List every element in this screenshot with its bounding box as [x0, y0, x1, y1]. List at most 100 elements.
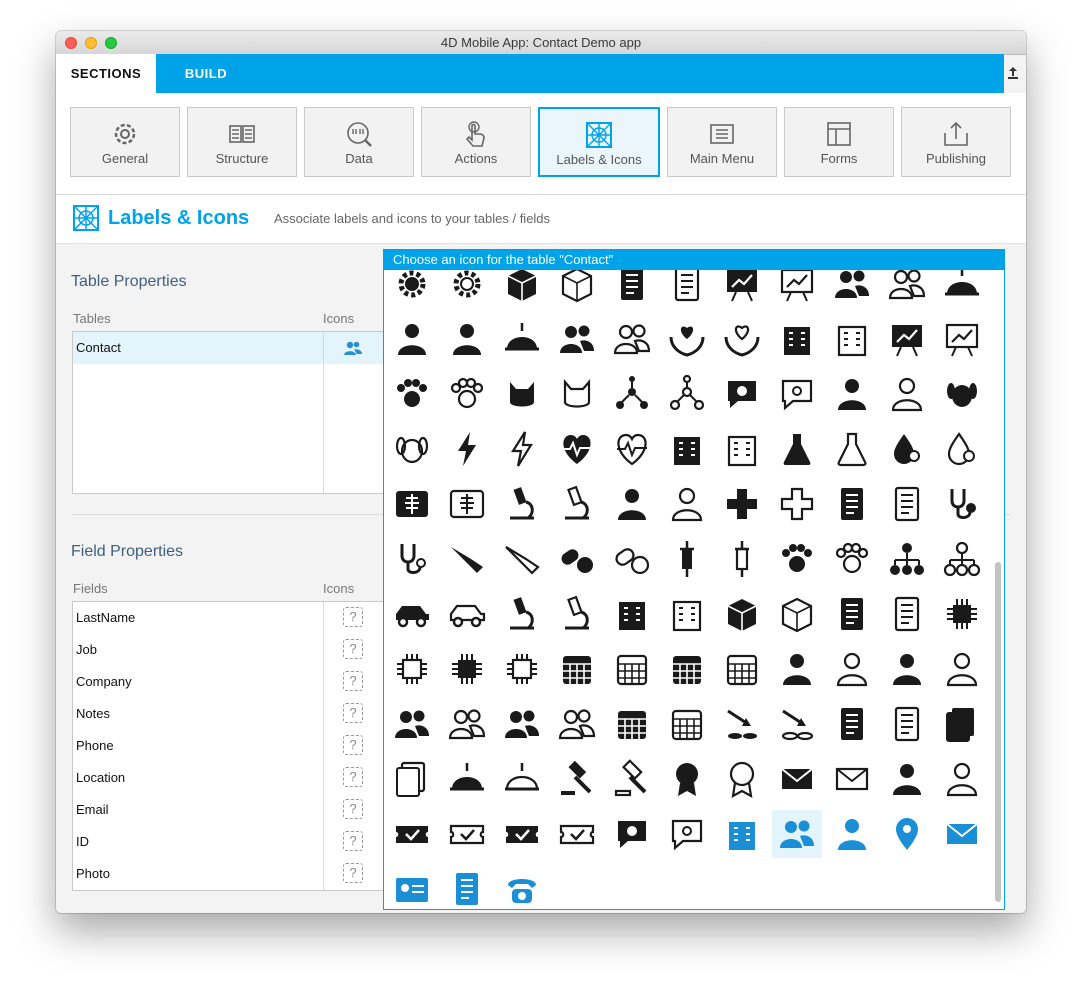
businessman-icon[interactable] [882, 755, 932, 803]
person-tie-icon[interactable] [827, 810, 877, 858]
paw-plus-outline-icon[interactable] [827, 535, 877, 583]
factory-icon[interactable] [607, 590, 657, 638]
users-icon[interactable] [343, 340, 363, 361]
gavel-icon[interactable] [552, 755, 602, 803]
calendar-icon[interactable] [552, 645, 602, 693]
dog-outline-icon[interactable] [387, 425, 437, 473]
ticket-check-icon[interactable] [387, 810, 437, 858]
question-mark-icon[interactable]: ? [343, 639, 363, 659]
microscope-outline-icon[interactable] [552, 480, 602, 528]
cross-icon[interactable] [717, 480, 767, 528]
syringe-outline-icon[interactable] [717, 535, 767, 583]
notebook-2-icon[interactable] [827, 700, 877, 748]
dome-lamp-icon[interactable] [497, 315, 547, 363]
chat-gear-outline-icon[interactable] [662, 810, 712, 858]
cpu-outline-icon[interactable] [497, 645, 547, 693]
circuit-outline-icon[interactable] [387, 645, 437, 693]
section-button-forms[interactable]: Forms [784, 107, 894, 177]
cpu-icon[interactable] [442, 645, 492, 693]
coins-arrow-icon[interactable] [717, 700, 767, 748]
phone-icon[interactable] [497, 865, 547, 909]
papers-icon[interactable] [937, 700, 987, 748]
group-icon[interactable] [552, 315, 602, 363]
question-mark-icon[interactable]: ? [343, 767, 363, 787]
question-mark-icon[interactable]: ? [343, 607, 363, 627]
notebook-2-outline-icon[interactable] [882, 700, 932, 748]
scalpel-outline-icon[interactable] [497, 535, 547, 583]
medical-doc-icon[interactable] [827, 480, 877, 528]
molecule-icon[interactable] [607, 370, 657, 418]
question-mark-icon[interactable]: ? [343, 671, 363, 691]
paw-icon[interactable] [387, 370, 437, 418]
tab-sections[interactable]: SECTIONS [56, 54, 156, 93]
papers-outline-icon[interactable] [387, 755, 437, 803]
tab-build[interactable]: BUILD [156, 54, 256, 93]
users-group-dark-icon[interactable] [497, 700, 547, 748]
notebook-icon[interactable] [827, 590, 877, 638]
bolt-icon[interactable] [442, 425, 492, 473]
xray-icon[interactable] [387, 480, 437, 528]
syringe-icon[interactable] [662, 535, 712, 583]
section-button-main-menu[interactable]: Main Menu [667, 107, 777, 177]
ticket-check-outline-icon[interactable] [442, 810, 492, 858]
ticket-check-2-icon[interactable] [497, 810, 547, 858]
scrollbar-thumb[interactable] [995, 562, 1001, 902]
hospital-icon[interactable] [662, 425, 712, 473]
hierarchy-outline-icon[interactable] [937, 535, 987, 583]
microscope-icon[interactable] [497, 480, 547, 528]
cat-icon[interactable] [497, 370, 547, 418]
chat-plus-outline-icon[interactable] [772, 370, 822, 418]
medical-doc-outline-icon[interactable] [882, 480, 932, 528]
dog-icon[interactable] [937, 370, 987, 418]
stethoscope-icon[interactable] [937, 480, 987, 528]
factory-outline-icon[interactable] [662, 590, 712, 638]
notebook-outline-icon[interactable] [882, 590, 932, 638]
circuit-icon[interactable] [937, 590, 987, 638]
question-mark-icon[interactable]: ? [343, 735, 363, 755]
user-coins-outline-icon[interactable] [937, 645, 987, 693]
users-pair-outline-icon[interactable] [442, 700, 492, 748]
user-coins-icon[interactable] [882, 645, 932, 693]
bolt-outline-icon[interactable] [497, 425, 547, 473]
fast-mail-icon[interactable] [937, 810, 987, 858]
user-check-icon[interactable] [772, 645, 822, 693]
chat-gear-icon[interactable] [607, 810, 657, 858]
package-outline-icon[interactable] [772, 590, 822, 638]
award-icon[interactable] [662, 755, 712, 803]
section-button-labels-icons[interactable]: Labels & Icons [538, 107, 660, 177]
question-mark-icon[interactable]: ? [343, 863, 363, 883]
field-name[interactable]: Company [76, 674, 132, 689]
envelope-icon[interactable] [772, 755, 822, 803]
table-grid-icon[interactable] [662, 645, 712, 693]
section-button-structure[interactable]: Structure [187, 107, 297, 177]
id-card-icon[interactable] [387, 865, 437, 909]
patient-icon[interactable] [607, 480, 657, 528]
hands-heart-outline-icon[interactable] [717, 315, 767, 363]
flask-icon[interactable] [772, 425, 822, 473]
award-outline-icon[interactable] [717, 755, 767, 803]
heartbeat-outline-icon[interactable] [607, 425, 657, 473]
users-pair-icon[interactable] [387, 700, 437, 748]
alarm-outline-icon[interactable] [497, 755, 547, 803]
chat-plus-icon[interactable] [717, 370, 767, 418]
upload-icon[interactable] [1008, 67, 1018, 82]
users-group-icon[interactable] [772, 810, 822, 858]
section-button-publishing[interactable]: Publishing [901, 107, 1011, 177]
businessman-outline-icon[interactable] [937, 755, 987, 803]
stethoscope-outline-icon[interactable] [387, 535, 437, 583]
nurse-outline-icon[interactable] [882, 370, 932, 418]
hands-heart-icon[interactable] [662, 315, 712, 363]
flask-outline-icon[interactable] [827, 425, 877, 473]
molecule-outline-icon[interactable] [662, 370, 712, 418]
field-name[interactable]: Job [76, 642, 97, 657]
envelope-outline-icon[interactable] [827, 755, 877, 803]
section-button-general[interactable]: General [70, 107, 180, 177]
pills-outline-icon[interactable] [607, 535, 657, 583]
field-name[interactable]: Email [76, 802, 109, 817]
cat-outline-icon[interactable] [552, 370, 602, 418]
users-group-dark-outline-icon[interactable] [552, 700, 602, 748]
drop-search-icon[interactable] [882, 425, 932, 473]
field-name[interactable]: Location [76, 770, 125, 785]
user-check-outline-icon[interactable] [827, 645, 877, 693]
paw-plus-icon[interactable] [772, 535, 822, 583]
